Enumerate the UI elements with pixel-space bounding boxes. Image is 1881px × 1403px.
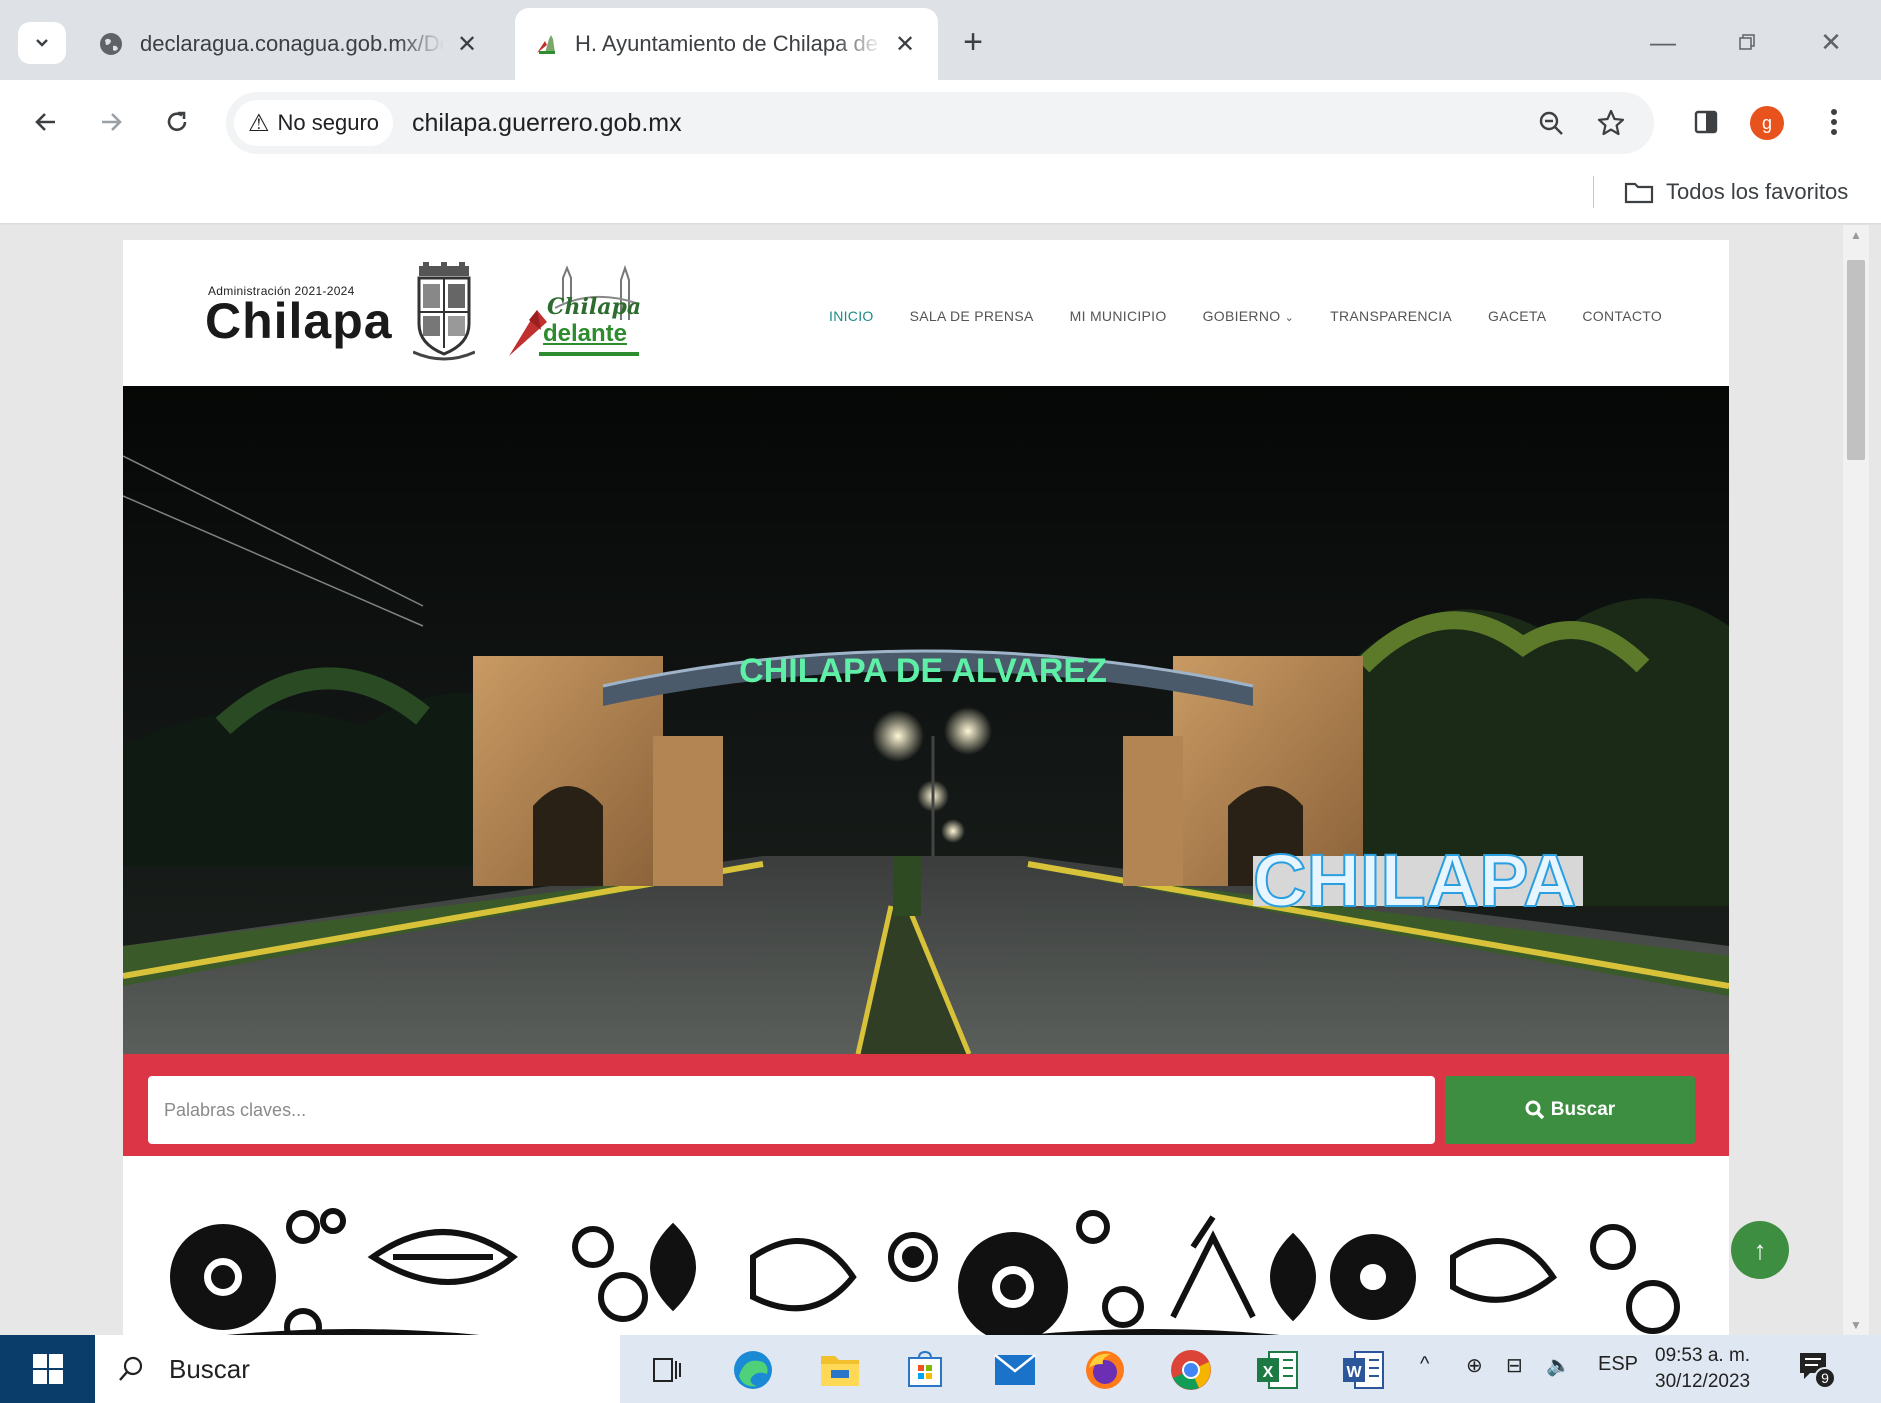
task-view-icon[interactable]	[642, 1345, 692, 1395]
mail-icon[interactable]	[990, 1345, 1040, 1395]
search-button-label: Buscar	[1550, 1099, 1616, 1120]
municipal-seal-icon	[413, 262, 475, 361]
scroll-up-arrow-icon[interactable]: ▲	[1843, 225, 1869, 245]
side-panel-icon[interactable]	[1684, 100, 1728, 144]
close-tab-icon[interactable]: ✕	[890, 29, 920, 59]
edge-icon[interactable]	[728, 1345, 778, 1395]
nav-gaceta[interactable]: GACETA	[1488, 300, 1546, 332]
tray-chevron-up-icon[interactable]: ^	[1420, 1353, 1429, 1376]
logo-name[interactable]: Chilapa	[205, 292, 393, 350]
forward-arrow-icon[interactable]	[89, 100, 133, 144]
restore-icon[interactable]	[1724, 22, 1770, 62]
browser-toolbar: ⚠ No seguro chilapa.guerrero.gob.mx g	[0, 80, 1881, 164]
bookmark-star-icon[interactable]	[1590, 102, 1632, 144]
search-icon	[119, 1356, 143, 1381]
network-icon[interactable]: ⊟	[1506, 1353, 1523, 1378]
profile-avatar[interactable]: g	[1750, 106, 1784, 140]
scroll-down-arrow-icon[interactable]: ▼	[1843, 1315, 1869, 1335]
nav-transparencia[interactable]: TRANSPARENCIA	[1330, 300, 1452, 332]
tab-strip: declaragua.conagua.gob.mx/De ✕ H. Ayunta…	[0, 0, 1881, 80]
system-clock[interactable]: 09:53 a. m. 30/12/2023	[1655, 1343, 1750, 1395]
firefox-icon[interactable]	[1080, 1345, 1130, 1395]
nav-mi-municipio[interactable]: MI MUNICIPIO	[1070, 300, 1167, 332]
file-explorer-icon[interactable]	[815, 1345, 865, 1395]
windows-logo-icon	[32, 1354, 63, 1384]
menu-kebab-icon[interactable]	[1812, 100, 1856, 144]
page-viewport: Administración 2021-2024 Chilapa Chilapa…	[0, 225, 1881, 1335]
hero-image: CHILAPA DE ALVAREZ CHILAPA	[123, 386, 1729, 1054]
page-scrollbar[interactable]: ▲ ▼	[1843, 225, 1869, 1335]
chilapa-favicon-icon	[537, 35, 555, 54]
adelante-logo[interactable]: Chilapa delante	[503, 260, 653, 368]
decorative-pattern-banner	[153, 1197, 1698, 1335]
hero-arch-text: CHILAPA DE ALVAREZ	[739, 652, 1107, 690]
tab-title: H. Ayuntamiento de Chilapa de	[575, 31, 878, 56]
keyword-search-input[interactable]	[148, 1076, 1435, 1144]
chevron-down-icon: ⌄	[1284, 312, 1295, 324]
store-icon[interactable]	[900, 1345, 950, 1395]
start-button[interactable]	[0, 1335, 95, 1403]
reload-icon[interactable]	[155, 100, 199, 144]
site-header: Administración 2021-2024 Chilapa Chilapa…	[123, 240, 1729, 386]
meet-now-icon[interactable]: ⊕	[1466, 1353, 1483, 1378]
clock-time: 09:53 a. m.	[1655, 1345, 1751, 1366]
volume-icon[interactable]: 🔈	[1546, 1353, 1571, 1378]
slogan-bottom: delante	[543, 320, 628, 347]
scrollbar-thumb[interactable]	[1847, 260, 1865, 460]
svg-text:W: W	[1346, 1364, 1362, 1381]
excel-icon[interactable]: X	[1252, 1345, 1302, 1395]
nav-gobierno[interactable]: GOBIERNO ⌄	[1203, 300, 1295, 332]
new-tab-button[interactable]: +	[955, 23, 991, 61]
input-language[interactable]: ESP	[1598, 1353, 1638, 1376]
notification-center[interactable]: 9	[1796, 1349, 1836, 1389]
close-tab-icon[interactable]: ✕	[452, 29, 482, 59]
close-window-icon[interactable]: ✕	[1808, 22, 1854, 62]
svg-text:X: X	[1263, 1364, 1274, 1381]
main-navigation: INICIO SALA DE PRENSA MI MUNICIPIO GOBIE…	[829, 300, 1698, 332]
tab-declaragua[interactable]: declaragua.conagua.gob.mx/De ✕	[80, 8, 500, 80]
bookmarks-bar: Todos los favoritos	[0, 164, 1881, 224]
hero-sign-text: CHILAPA	[1253, 839, 1576, 922]
url-text[interactable]: chilapa.guerrero.gob.mx	[412, 92, 682, 154]
notification-count-badge: 9	[1814, 1367, 1836, 1389]
bookmarks-divider	[1593, 176, 1594, 208]
minimize-icon[interactable]: —	[1640, 22, 1686, 62]
security-chip[interactable]: ⚠ No seguro	[234, 100, 394, 146]
bookmarks-folder-label: Todos los favoritos	[1666, 179, 1849, 204]
chevron-down-icon	[36, 39, 48, 47]
slogan-top: Chilapa	[547, 294, 642, 320]
back-to-top-button[interactable]: ↑	[1731, 1221, 1789, 1279]
tab-chilapa[interactable]: H. Ayuntamiento de Chilapa de ✕	[515, 8, 938, 80]
site-container: Administración 2021-2024 Chilapa Chilapa…	[123, 240, 1729, 1335]
taskbar-search-label: Buscar	[169, 1353, 250, 1384]
search-icon	[1525, 1100, 1545, 1120]
nav-inicio[interactable]: INICIO	[829, 300, 874, 332]
back-arrow-icon[interactable]	[24, 100, 68, 144]
chrome-icon[interactable]	[1166, 1345, 1216, 1395]
clock-date: 30/12/2023	[1655, 1371, 1751, 1392]
globe-icon	[100, 33, 122, 55]
nav-gobierno-label: GOBIERNO	[1202, 308, 1281, 324]
search-button[interactable]: Buscar	[1445, 1076, 1695, 1144]
tab-search-button[interactable]	[18, 22, 66, 64]
nav-sala-de-prensa[interactable]: SALA DE PRENSA	[910, 300, 1034, 332]
arrow-up-icon: ↑	[1753, 1234, 1767, 1265]
tab-title: declaragua.conagua.gob.mx/De	[140, 31, 444, 56]
zoom-icon[interactable]	[1530, 102, 1572, 144]
folder-icon	[1624, 182, 1654, 204]
word-icon[interactable]: W	[1338, 1345, 1388, 1395]
taskbar-search[interactable]: Buscar	[95, 1335, 620, 1403]
address-bar[interactable]: ⚠ No seguro chilapa.guerrero.gob.mx	[226, 92, 1654, 154]
nav-contacto[interactable]: CONTACTO	[1582, 300, 1662, 332]
warning-icon: ⚠	[248, 109, 270, 137]
windows-taskbar: Buscar X W ^ ⊕ ⊟ 🔈 ESP 09:53 a. m. 30/12…	[0, 1335, 1881, 1403]
search-band: Buscar	[123, 1054, 1729, 1156]
all-bookmarks-folder[interactable]: Todos los favoritos	[1624, 174, 1848, 210]
security-label: No seguro	[277, 110, 380, 135]
